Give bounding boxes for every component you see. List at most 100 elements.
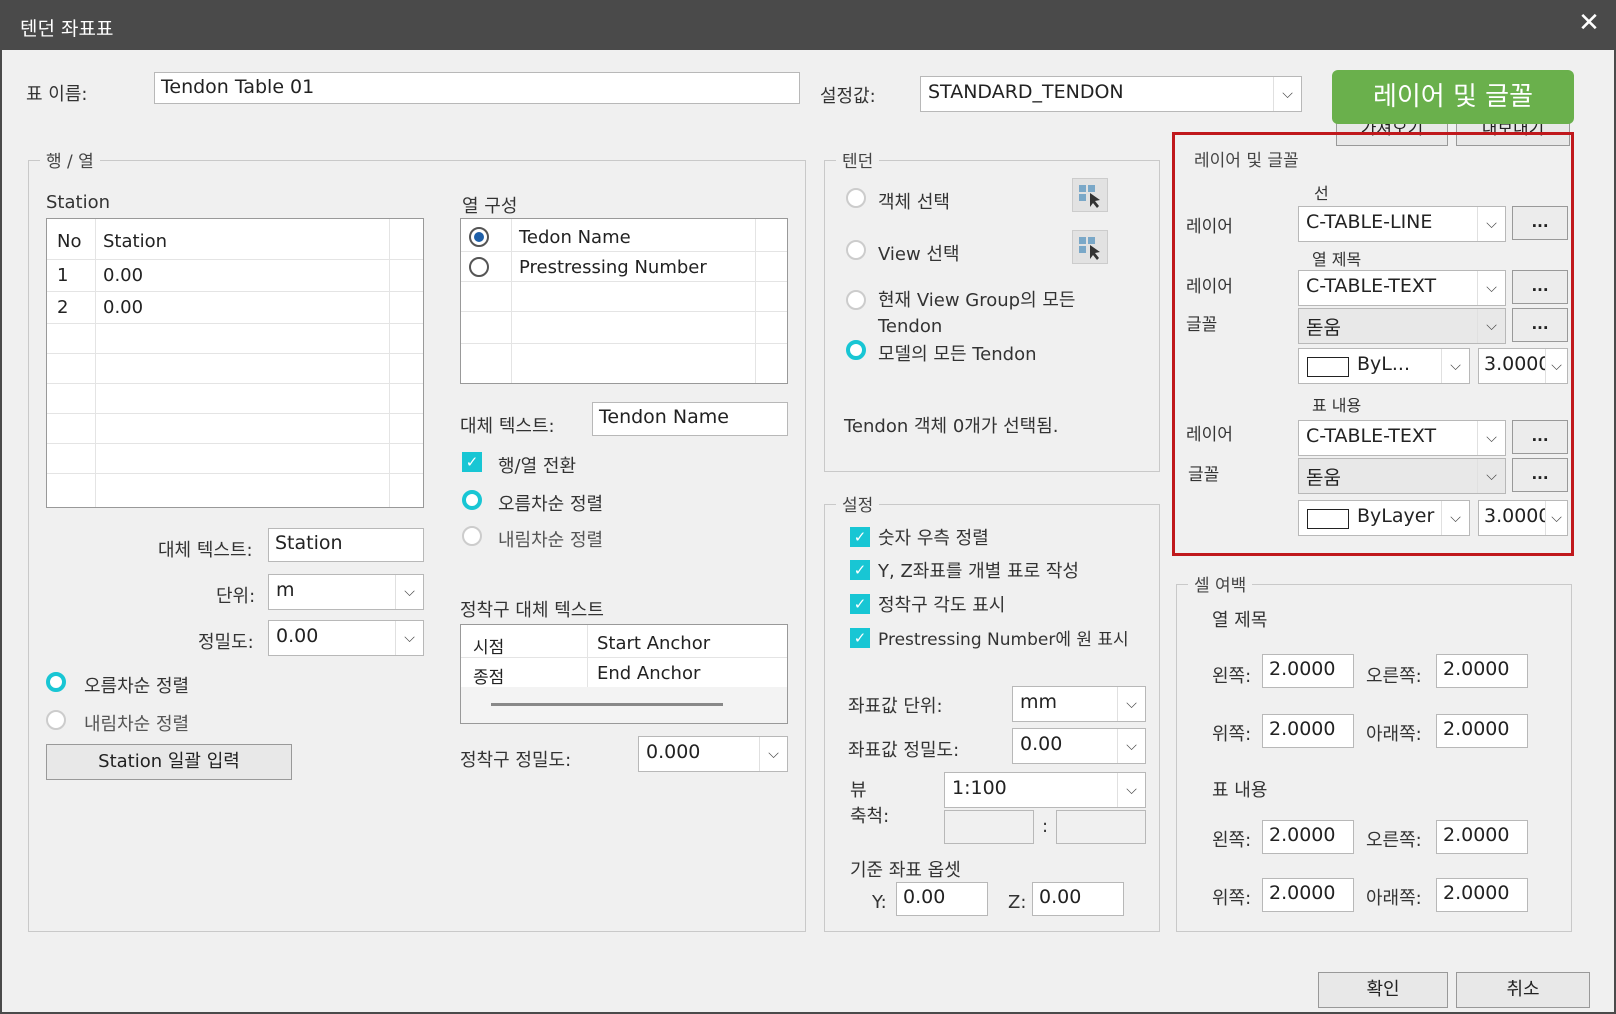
col-title-size-combo[interactable]: 3.0000 ⌵ [1478, 348, 1568, 384]
col-title-font-browse-button[interactable]: ... [1512, 308, 1568, 342]
margin-ct-left-label: 왼쪽: [1212, 666, 1252, 687]
col-title-font-combo[interactable]: 돋움 ⌵ [1298, 308, 1506, 344]
transpose-checkbox[interactable]: ✓ [462, 452, 482, 472]
margin-ct-top-input[interactable]: 2.0000 [1262, 714, 1354, 748]
margin-c-top-input[interactable]: 2.0000 [1262, 878, 1354, 912]
line-heading: 선 [1314, 184, 1329, 203]
chevron-down-icon: ⌵ [1117, 729, 1145, 763]
margin-ct-top-label: 위쪽: [1212, 724, 1252, 745]
setting-label: 설정값: [820, 86, 876, 107]
coord-unit-combo[interactable]: mm ⌵ [1012, 686, 1146, 722]
margin-c-right-input[interactable]: 2.0000 [1436, 820, 1528, 854]
content-font-combo[interactable]: 돋움 ⌵ [1298, 458, 1506, 494]
view-scale-combo[interactable]: 1:100 ⌵ [944, 772, 1146, 808]
coord-precision-value: 0.00 [1020, 733, 1063, 755]
chevron-down-icon: ⌵ [1441, 501, 1469, 535]
offset-y-input[interactable]: 0.00 [896, 882, 988, 916]
scale-ratio-separator: : [1042, 816, 1049, 837]
station-bulk-input-button[interactable]: Station 일괄 입력 [46, 744, 292, 780]
all-view-group-radio[interactable] [846, 290, 866, 310]
content-font-value: 돋움 [1306, 467, 1341, 489]
line-layer-combo[interactable]: C-TABLE-LINE ⌵ [1298, 206, 1506, 242]
content-color-combo[interactable]: ByLayer ⌵ [1298, 500, 1470, 536]
chevron-down-icon: ⌵ [395, 575, 423, 609]
anchor-end-value[interactable]: End Anchor [597, 663, 700, 684]
margin-ct-right-input[interactable]: 2.0000 [1436, 654, 1528, 688]
column-config-title: 열 구성 [462, 196, 518, 217]
ok-button[interactable]: 확인 [1318, 972, 1448, 1008]
anchor-precision-combo[interactable]: 0.000 ⌵ [638, 736, 788, 772]
anchor-alt-title: 정착구 대체 텍스트 [460, 600, 604, 621]
tendon-table-dialog: 텐던 좌표표 ✕ 표 이름: Tendon Table 01 설정값: STAN… [0, 0, 1616, 1014]
cancel-button[interactable]: 취소 [1456, 972, 1590, 1008]
coord-unit-value: mm [1020, 691, 1058, 713]
tendon-group-title: 텐던 [836, 147, 880, 172]
content-font-browse-button[interactable]: ... [1512, 458, 1568, 492]
layer-font-group-title: 레이어 및 글꼴 [1194, 151, 1299, 171]
col-title-layer-value: C-TABLE-TEXT [1306, 275, 1437, 297]
select-view-radio[interactable] [846, 240, 866, 260]
content-layer-label: 레이어 [1186, 425, 1233, 445]
col-title-layer-combo[interactable]: C-TABLE-TEXT ⌵ [1298, 270, 1506, 306]
right-align-checkbox[interactable]: ✓ [850, 527, 870, 547]
all-model-radio[interactable] [846, 340, 866, 360]
column-item-radio-1[interactable] [469, 227, 489, 247]
column-asc-radio[interactable] [462, 490, 482, 510]
yz-separate-checkbox[interactable]: ✓ [850, 560, 870, 580]
margin-c-left-input[interactable]: 2.0000 [1262, 820, 1354, 854]
margin-ct-bottom-input[interactable]: 2.0000 [1436, 714, 1528, 748]
select-object-label: 객체 선택 [878, 192, 950, 213]
col-title-font-label: 글꼴 [1186, 315, 1218, 335]
chevron-down-icon: ⌵ [1441, 349, 1469, 383]
table-name-input[interactable]: Tendon Table 01 [154, 72, 800, 104]
pick-object-icon[interactable] [1072, 178, 1108, 212]
column-desc-radio[interactable] [462, 526, 482, 546]
prestress-circle-checkbox[interactable]: ✓ [850, 628, 870, 648]
row2-no: 2 [57, 297, 69, 318]
margin-c-bottom-label: 아래쪽: [1366, 888, 1422, 909]
station-table[interactable]: No Station 1 0.00 2 0.00 [46, 218, 424, 508]
margin-c-left-label: 왼쪽: [1212, 830, 1252, 851]
content-size-combo[interactable]: 3.0000 ⌵ [1478, 500, 1568, 536]
column-item-1[interactable]: Tedon Name [519, 227, 631, 248]
column-item-radio-2[interactable] [469, 257, 489, 277]
view-scale-label-2: 축척: [850, 806, 890, 827]
scrollbar-thumb[interactable] [491, 703, 723, 706]
unit-combo[interactable]: m ⌵ [268, 574, 424, 610]
margin-c-bottom-input[interactable]: 2.0000 [1436, 878, 1528, 912]
column-alt-text-input[interactable]: Tendon Name [592, 402, 788, 436]
chevron-down-icon: ⌵ [1273, 77, 1301, 111]
close-icon[interactable]: ✕ [1574, 8, 1604, 38]
prestress-circle-label: Prestressing Number에 원 표시 [878, 630, 1129, 650]
anchor-angle-checkbox[interactable]: ✓ [850, 594, 870, 614]
select-object-radio[interactable] [846, 188, 866, 208]
col-title-layer-browse-button[interactable]: ... [1512, 270, 1568, 304]
station-desc-radio[interactable] [46, 710, 66, 730]
offset-z-input[interactable]: 0.00 [1032, 882, 1124, 916]
horizontal-scrollbar[interactable] [461, 687, 787, 723]
col-title-color-combo[interactable]: ByL... ⌵ [1298, 348, 1470, 384]
station-desc-label: 내림차순 정렬 [84, 714, 190, 735]
coord-precision-combo[interactable]: 0.00 ⌵ [1012, 728, 1146, 764]
line-layer-browse-button[interactable]: ... [1512, 206, 1568, 240]
content-layer-browse-button[interactable]: ... [1512, 420, 1568, 454]
margin-ct-left-input[interactable]: 2.0000 [1262, 654, 1354, 688]
station-asc-radio[interactable] [46, 672, 66, 692]
precision-value: 0.00 [276, 625, 319, 647]
pick-view-icon[interactable] [1072, 230, 1108, 264]
transpose-label: 행/열 전환 [498, 456, 577, 477]
title-bar: 텐던 좌표표 ✕ [2, 2, 1614, 50]
margin-col-title-heading: 열 제목 [1212, 610, 1268, 631]
station-alt-text-input[interactable]: Station [268, 528, 424, 562]
anchor-start-value[interactable]: Start Anchor [597, 633, 710, 654]
column-item-2[interactable]: Prestressing Number [519, 257, 707, 278]
row2-station[interactable]: 0.00 [103, 297, 143, 318]
precision-combo[interactable]: 0.00 ⌵ [268, 620, 424, 656]
station-asc-label: 오름차순 정렬 [84, 676, 190, 697]
chevron-down-icon: ⌵ [1117, 687, 1145, 721]
setting-combo[interactable]: STANDARD_TENDON ⌵ [920, 76, 1302, 112]
anchor-alt-table[interactable]: 시점 Start Anchor 종점 End Anchor [460, 624, 788, 724]
content-layer-combo[interactable]: C-TABLE-TEXT ⌵ [1298, 420, 1506, 456]
column-config-list[interactable]: Tedon Name Prestressing Number [460, 218, 788, 384]
row1-station[interactable]: 0.00 [103, 265, 143, 286]
